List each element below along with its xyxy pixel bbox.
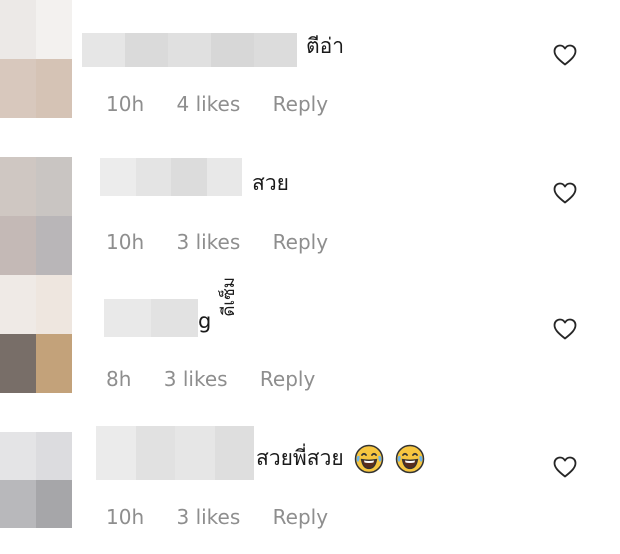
- comment-meta: 10h 3 likes Reply: [106, 232, 354, 252]
- username-blurred[interactable]: [96, 426, 254, 480]
- avatar-pixel: [0, 432, 36, 480]
- heart-icon[interactable]: [553, 456, 577, 478]
- username-blurred[interactable]: [82, 33, 297, 67]
- comment-time: 10h: [106, 505, 145, 529]
- comment-item: สวย 10h 3 likes Reply: [0, 140, 620, 280]
- avatar-pixel: [0, 480, 36, 528]
- avatar-pixel: [0, 334, 36, 393]
- avatar-pixel: [36, 480, 72, 528]
- likes-count[interactable]: 3 likes: [176, 507, 240, 527]
- avatar-pixel: [36, 334, 72, 393]
- reply-button[interactable]: Reply: [273, 232, 328, 252]
- avatar-pixel: [0, 0, 36, 59]
- reply-button[interactable]: Reply: [260, 369, 315, 389]
- username-blurred[interactable]: [104, 299, 198, 337]
- comment-text: g: [198, 309, 212, 333]
- comment-text: สวยพี่สวย: [256, 444, 425, 474]
- avatar-pixel: [0, 275, 36, 334]
- avatar-pixel: [36, 216, 72, 275]
- comment-item: g ดีเซ็ม 8h 3 likes Reply: [0, 275, 620, 415]
- reply-button[interactable]: Reply: [273, 507, 328, 527]
- heart-icon[interactable]: [553, 318, 577, 340]
- avatar-pixel: [36, 275, 72, 334]
- laughing-tears-emoji-icon: [395, 444, 425, 474]
- comment-text: สวย: [252, 171, 289, 195]
- avatar[interactable]: [0, 432, 72, 528]
- comment-time: 10h: [106, 92, 145, 116]
- avatar[interactable]: [0, 157, 72, 275]
- comment-meta: 10h 4 likes Reply: [106, 94, 354, 114]
- comment-meta: 10h 3 likes Reply: [106, 507, 354, 527]
- comment-item: ตีอ่า 10h 4 likes Reply: [0, 0, 620, 140]
- comment-time: 8h: [106, 367, 132, 391]
- avatar-pixel: [36, 59, 72, 118]
- comment-text: ตีอ่า: [306, 34, 345, 58]
- avatar-pixel: [0, 216, 36, 275]
- laughing-tears-emoji-icon: [355, 444, 384, 474]
- comment-text-content: สวยพี่สวย: [256, 446, 344, 470]
- heart-icon[interactable]: [553, 182, 577, 204]
- avatar[interactable]: [0, 0, 72, 118]
- avatar-pixel: [0, 157, 36, 216]
- heart-icon[interactable]: [553, 44, 577, 66]
- reply-button[interactable]: Reply: [273, 94, 328, 114]
- comment-meta: 8h 3 likes Reply: [106, 369, 341, 389]
- avatar[interactable]: [0, 275, 72, 393]
- avatar-pixel: [36, 157, 72, 216]
- avatar-pixel: [36, 432, 72, 480]
- username-blurred[interactable]: [100, 158, 242, 196]
- avatar-pixel: [36, 0, 72, 59]
- likes-count[interactable]: 4 likes: [176, 94, 240, 114]
- avatar-pixel: [0, 59, 36, 118]
- comment-item: สวยพี่สวย 10h 3 likes Reply: [0, 414, 620, 554]
- likes-count[interactable]: 3 likes: [176, 232, 240, 252]
- comment-text-vertical: ดีเซ็ม: [219, 277, 239, 317]
- comment-time: 10h: [106, 230, 145, 254]
- likes-count[interactable]: 3 likes: [164, 369, 228, 389]
